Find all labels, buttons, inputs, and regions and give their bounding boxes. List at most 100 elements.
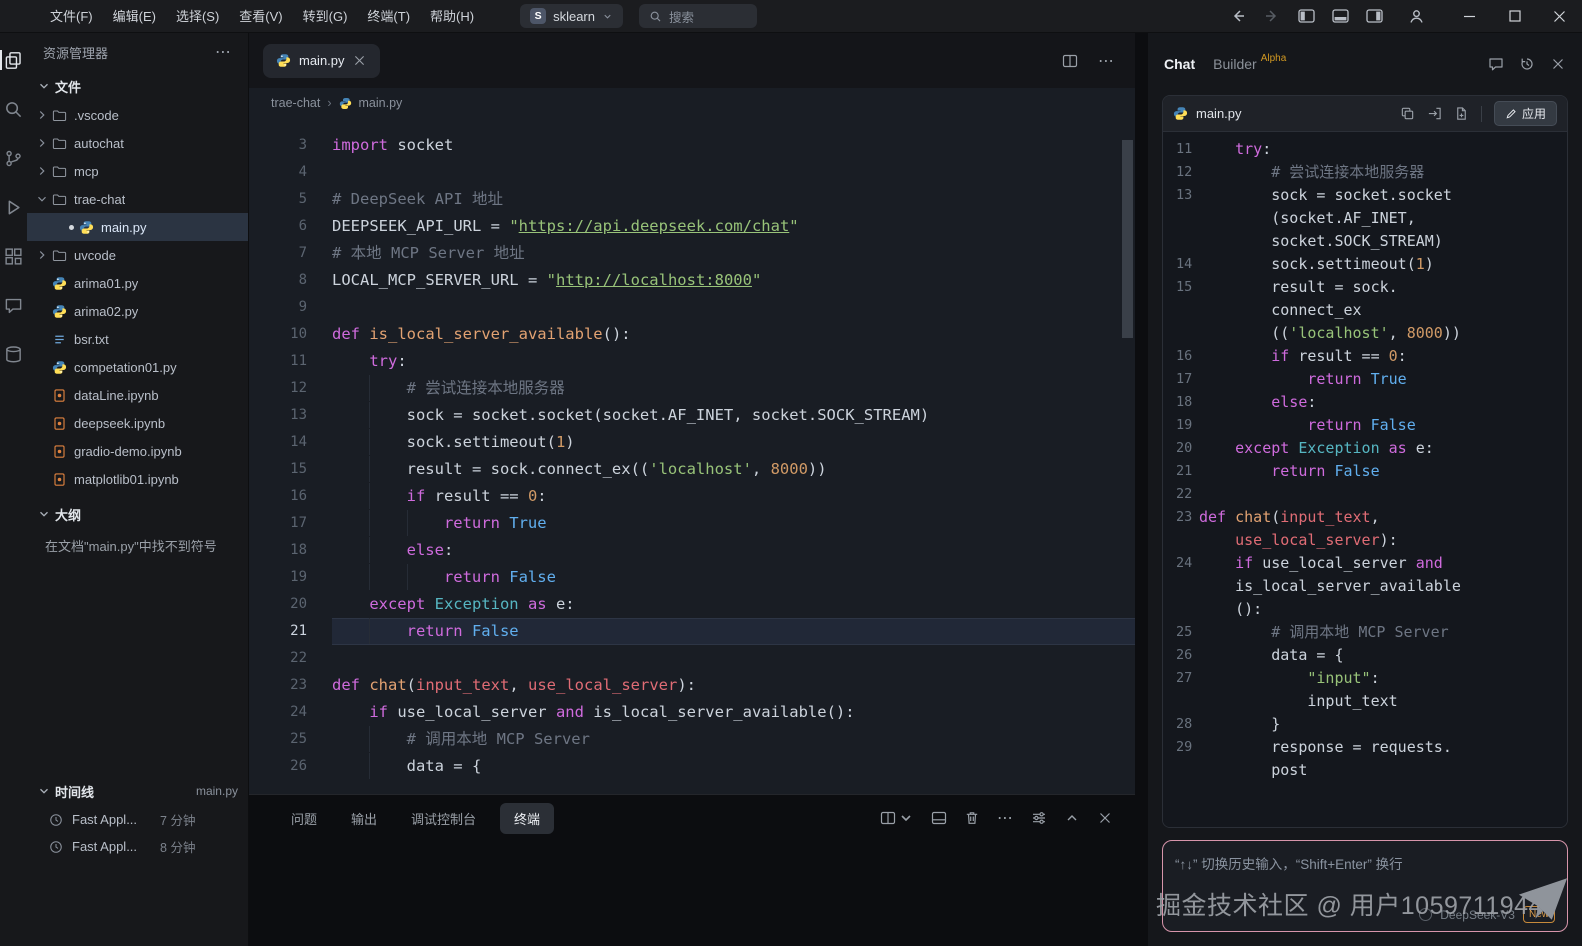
code-line[interactable]: 24if use_local_server and <box>1163 552 1567 575</box>
code-line[interactable]: 18else: <box>1163 391 1567 414</box>
run-debug-icon[interactable] <box>3 196 25 218</box>
timeline-item[interactable]: Fast Appl...7 分钟 <box>27 806 248 833</box>
code-line[interactable]: 13sock = socket.socket(socket.AF_INET, s… <box>249 402 1135 429</box>
code-line[interactable]: (('localhost', 8000)) <box>1163 322 1567 345</box>
close-chat-icon[interactable] <box>1550 56 1566 72</box>
code-line[interactable]: 22 <box>1163 483 1567 506</box>
tree-item-bsr.txt[interactable]: bsr.txt <box>27 325 248 353</box>
menu-item[interactable]: 转到(G) <box>293 0 358 33</box>
panel-tab-terminal[interactable]: 终端 <box>500 803 554 834</box>
code-line[interactable]: 12# 尝试连接本地服务器 <box>1163 161 1567 184</box>
more-actions-icon[interactable]: ⋯ <box>1098 51 1115 71</box>
toggle-panel-icon[interactable] <box>1323 0 1357 33</box>
code-line[interactable]: 28} <box>1163 713 1567 736</box>
editor-scrollbar[interactable] <box>1122 132 1133 788</box>
toggle-sidebar-icon[interactable] <box>1289 0 1323 33</box>
minimize-button[interactable] <box>1447 0 1492 33</box>
tab-builder[interactable]: Builder Alpha <box>1213 56 1286 72</box>
code-line[interactable]: 6DEEPSEEK_API_URL = "https://api.deepsee… <box>249 213 1135 240</box>
code-line[interactable]: 27"input": <box>1163 667 1567 690</box>
timeline-item[interactable]: Fast Appl...8 分钟 <box>27 833 248 860</box>
code-line[interactable]: use_local_server): <box>1163 529 1567 552</box>
tree-item-deepseek.ipynb[interactable]: deepseek.ipynb <box>27 409 248 437</box>
close-tab-icon[interactable] <box>353 54 367 68</box>
global-search[interactable]: 搜索 <box>639 4 757 28</box>
new-file-icon[interactable] <box>1454 106 1469 121</box>
chat-sidebar-icon[interactable] <box>3 294 25 316</box>
code-line[interactable]: 21return False <box>1163 460 1567 483</box>
code-line[interactable]: 9 <box>249 294 1135 321</box>
code-line[interactable]: 8LOCAL_MCP_SERVER_URL = "http://localhos… <box>249 267 1135 294</box>
menu-item[interactable]: 文件(F) <box>40 0 103 33</box>
code-line[interactable]: 11try: <box>249 348 1135 375</box>
split-editor-icon[interactable] <box>1062 53 1078 69</box>
code-line[interactable]: post <box>1163 759 1567 782</box>
code-line[interactable]: 16if result == 0: <box>1163 345 1567 368</box>
code-line[interactable]: 12# 尝试连接本地服务器 <box>249 375 1135 402</box>
source-control-icon[interactable] <box>3 147 25 169</box>
code-line[interactable]: 21return False <box>249 618 1135 645</box>
files-section-header[interactable]: 文件 <box>27 71 248 101</box>
code-line[interactable]: 15result = sock. <box>1163 276 1567 299</box>
code-line[interactable]: 7# 本地 MCP Server 地址 <box>249 240 1135 267</box>
tree-item-arima02.py[interactable]: arima02.py <box>27 297 248 325</box>
project-selector[interactable]: S sklearn <box>520 4 623 28</box>
editor-tab-main-py[interactable]: main.py <box>263 44 380 78</box>
code-line[interactable]: 19return False <box>249 564 1135 591</box>
code-line[interactable]: 5# DeepSeek API 地址 <box>249 186 1135 213</box>
code-line[interactable]: 11try: <box>1163 138 1567 161</box>
chat-input[interactable]: “↑↓” 切换历史输入，“Shift+Enter” 换行 DeepSeek-V3… <box>1162 840 1568 932</box>
apply-button[interactable]: 应用 <box>1494 101 1557 126</box>
code-line[interactable]: 16if result == 0: <box>249 483 1135 510</box>
tree-item-main.py[interactable]: main.py <box>27 213 248 241</box>
panel-layout-icon[interactable] <box>931 810 947 826</box>
code-line[interactable]: 23def chat(input_text, use_local_server)… <box>249 672 1135 699</box>
database-icon[interactable] <box>3 343 25 365</box>
split-terminal-icon[interactable] <box>880 810 914 826</box>
tree-item-.vscode[interactable]: .vscode <box>27 101 248 129</box>
tree-item-dataLine.ipynb[interactable]: dataLine.ipynb <box>27 381 248 409</box>
code-line[interactable]: 20except Exception as e: <box>1163 437 1567 460</box>
panel-tab-output[interactable]: 输出 <box>341 803 387 834</box>
code-line[interactable]: 26data = { <box>249 753 1135 780</box>
code-line[interactable]: 15result = sock.connect_ex(('localhost',… <box>249 456 1135 483</box>
explorer-more-icon[interactable]: ⋯ <box>215 42 232 62</box>
menu-item[interactable]: 查看(V) <box>229 0 292 33</box>
send-icon[interactable] <box>1516 876 1570 922</box>
tab-chat[interactable]: Chat <box>1164 56 1195 72</box>
code-line[interactable]: (): <box>1163 598 1567 621</box>
code-line[interactable]: (socket.AF_INET, <box>1163 207 1567 230</box>
code-line[interactable]: 24if use_local_server and is_local_serve… <box>249 699 1135 726</box>
code-line[interactable]: 26data = { <box>1163 644 1567 667</box>
timeline-section-header[interactable]: 时间线 main.py <box>27 776 248 806</box>
tree-item-trae-chat[interactable]: trae-chat <box>27 185 248 213</box>
code-line[interactable]: 3import socket <box>249 132 1135 159</box>
maximize-button[interactable] <box>1492 0 1537 33</box>
menu-item[interactable]: 编辑(E) <box>103 0 166 33</box>
tree-item-mcp[interactable]: mcp <box>27 157 248 185</box>
code-line[interactable]: 17return True <box>1163 368 1567 391</box>
code-line[interactable]: 10def is_local_server_available(): <box>249 321 1135 348</box>
breadcrumb-folder[interactable]: trae-chat <box>271 96 320 110</box>
search-sidebar-icon[interactable] <box>3 98 25 120</box>
close-window-button[interactable] <box>1537 0 1582 33</box>
insert-code-icon[interactable] <box>1427 106 1442 121</box>
code-line[interactable]: connect_ex <box>1163 299 1567 322</box>
panel-tab-debug-console[interactable]: 调试控制台 <box>401 803 486 834</box>
code-line[interactable]: 17return True <box>249 510 1135 537</box>
code-line[interactable]: 20except Exception as e: <box>249 591 1135 618</box>
tree-item-matplotlib01.ipynb[interactable]: matplotlib01.ipynb <box>27 465 248 493</box>
code-line[interactable]: socket.SOCK_STREAM) <box>1163 230 1567 253</box>
code-line[interactable]: 23def chat(input_text, <box>1163 506 1567 529</box>
code-line[interactable]: 25# 调用本地 MCP Server <box>1163 621 1567 644</box>
feedback-icon[interactable] <box>1488 56 1504 72</box>
menu-item[interactable]: 终端(T) <box>357 0 420 33</box>
code-line[interactable]: 18else: <box>249 537 1135 564</box>
scrollbar-thumb[interactable] <box>1122 140 1133 338</box>
code-line[interactable]: 25# 调用本地 MCP Server <box>249 726 1135 753</box>
trash-icon[interactable] <box>964 810 980 826</box>
code-line[interactable]: 4 <box>249 159 1135 186</box>
code-line[interactable]: is_local_server_available <box>1163 575 1567 598</box>
filter-icon[interactable] <box>1031 810 1047 826</box>
code-line[interactable]: 29response = requests. <box>1163 736 1567 759</box>
